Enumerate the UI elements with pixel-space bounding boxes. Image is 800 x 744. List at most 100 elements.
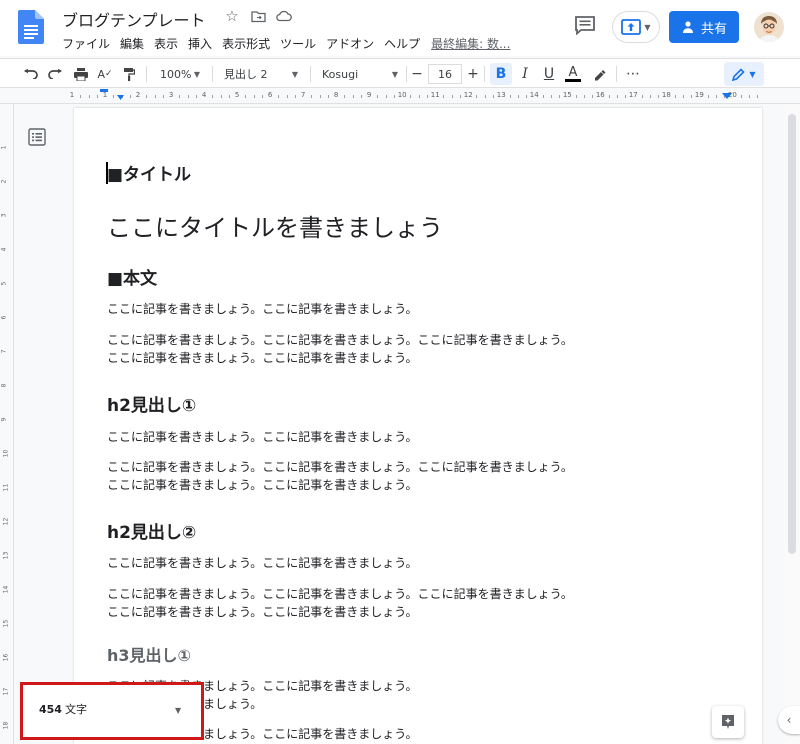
- paragraph-style-select[interactable]: 見出し 2 ▼: [218, 59, 304, 89]
- toolbar-divider: [616, 66, 617, 82]
- document-main-title[interactable]: ここにタイトルを書きましょう: [107, 208, 443, 243]
- ruler-tick: [691, 95, 693, 98]
- paragraph[interactable]: ここに記事を書きましょう。ここに記事を書きましょう。: [107, 349, 707, 367]
- paragraph[interactable]: ここに記事を書きましょう。ここに記事を書きましょう。ここに記事を書きましょう。: [107, 585, 707, 603]
- present-button[interactable]: ▼: [612, 11, 660, 43]
- right-indent-marker-icon[interactable]: [722, 91, 732, 101]
- vertical-ruler-number: 5: [0, 281, 8, 286]
- ruler-number: 11: [430, 91, 440, 99]
- vertical-ruler-number: 3: [0, 213, 8, 218]
- paragraph[interactable]: ここに記事を書きましょう。ここに記事を書きましょう。: [107, 554, 707, 572]
- bold-button[interactable]: B: [490, 63, 512, 85]
- menu-insert[interactable]: 挿入: [183, 35, 217, 52]
- ruler-tick: [443, 95, 445, 98]
- document-page[interactable]: ■タイトル ここにタイトルを書きましょう ■本文 ここに記事を書きましょう。ここ…: [74, 108, 762, 744]
- scrollbar-thumb[interactable]: [788, 114, 796, 554]
- italic-button[interactable]: I: [514, 59, 536, 89]
- word-count-display: 454 文字: [39, 701, 87, 717]
- increase-font-size-button[interactable]: +: [464, 59, 482, 89]
- star-icon[interactable]: ☆: [224, 7, 240, 25]
- ruler-tick: [509, 95, 511, 98]
- ruler-number: 6: [267, 91, 273, 99]
- menu-view[interactable]: 表示: [149, 35, 183, 52]
- editing-mode-button[interactable]: ▼: [724, 62, 764, 86]
- left-indent-marker-icon[interactable]: [100, 89, 124, 103]
- heading-h2[interactable]: h2見出し①: [107, 391, 196, 416]
- paint-format-icon[interactable]: [118, 59, 140, 89]
- ruler-tick: [757, 95, 759, 98]
- ruler-number: 9: [366, 91, 372, 99]
- vertical-scrollbar[interactable]: [784, 104, 800, 744]
- chevron-down-icon[interactable]: ▼: [175, 706, 181, 715]
- word-count-panel[interactable]: 454 文字 ▼: [20, 682, 204, 740]
- paragraph[interactable]: ここに記事を書きましょう。ここに記事を書きましょう。: [107, 603, 707, 621]
- heading-h2[interactable]: h2見出し②: [107, 518, 196, 543]
- docs-logo-icon[interactable]: [18, 10, 44, 44]
- heading-title-label[interactable]: ■タイトル: [107, 160, 191, 185]
- heading-body-label[interactable]: ■本文: [107, 264, 157, 289]
- menu-edit[interactable]: 編集: [115, 35, 149, 52]
- more-tools-icon[interactable]: ⋯: [622, 59, 644, 89]
- ruler-number: 7: [300, 91, 306, 99]
- highlight-color-icon[interactable]: [588, 59, 610, 89]
- undo-icon[interactable]: [20, 59, 42, 89]
- zoom-select[interactable]: 100% ▼: [154, 59, 206, 89]
- ruler-tick: [476, 95, 478, 98]
- menu-file[interactable]: ファイル: [62, 35, 115, 52]
- comment-history-icon[interactable]: [574, 15, 596, 35]
- ruler-tick: [575, 95, 577, 98]
- paragraph[interactable]: ここに記事を書きましょう。ここに記事を書きましょう。ここに記事を書きましょう。: [107, 458, 707, 476]
- text-color-button[interactable]: A: [562, 59, 584, 89]
- spellcheck-icon[interactable]: A ✓: [94, 59, 116, 89]
- explore-button[interactable]: [712, 706, 744, 738]
- menu-format[interactable]: 表示形式: [217, 35, 275, 52]
- avatar[interactable]: [754, 12, 784, 42]
- menu-tools[interactable]: ツール: [275, 35, 321, 52]
- ruler-number: 13: [496, 91, 506, 99]
- redo-icon[interactable]: [44, 59, 66, 89]
- side-panel-toggle[interactable]: ‹: [778, 706, 800, 734]
- ruler-tick: [641, 95, 643, 98]
- ruler-number: 15: [562, 91, 572, 99]
- last-edit-link[interactable]: 最終編集: 数...: [431, 35, 510, 52]
- ruler-tick: [550, 95, 552, 98]
- ruler-number: 17: [628, 91, 638, 99]
- menu-help[interactable]: ヘルプ: [379, 35, 425, 52]
- toolbar-divider: [406, 66, 407, 82]
- font-size-input[interactable]: 16: [428, 64, 462, 84]
- menu-addons[interactable]: アドオン: [321, 35, 379, 52]
- ruler-tick: [649, 95, 651, 98]
- decrease-font-size-button[interactable]: −: [408, 59, 426, 89]
- ruler-number: 2: [135, 91, 141, 99]
- move-folder-icon[interactable]: [250, 8, 266, 24]
- document-outline-icon[interactable]: [28, 128, 46, 146]
- paragraph[interactable]: ここに記事を書きましょう。ここに記事を書きましょう。: [107, 428, 707, 446]
- document-title[interactable]: ブログテンプレート: [62, 7, 206, 31]
- underline-button[interactable]: U: [538, 59, 560, 89]
- text-color-swatch: [565, 79, 581, 82]
- ruler-tick: [608, 95, 610, 98]
- ruler-tick: [352, 95, 354, 98]
- ruler-tick: [517, 95, 519, 98]
- share-button[interactable]: 共有: [669, 11, 739, 43]
- heading-h3[interactable]: h3見出し①: [107, 642, 191, 666]
- ruler-tick: [459, 95, 461, 98]
- print-icon[interactable]: [70, 59, 92, 89]
- ruler-tick: [228, 95, 230, 98]
- vertical-ruler[interactable]: 1 2 3 4 5 6 7 8 9 10 11 12 13 14 15 16 17 18: [0, 104, 14, 744]
- paragraph[interactable]: ここに記事を書きましょう。ここに記事を書きましょう。: [107, 476, 707, 494]
- ruler-number: 3: [168, 91, 174, 99]
- paragraph[interactable]: ここに記事を書きましょう。ここに記事を書きましょう。ここに記事を書きましょう。: [107, 331, 707, 349]
- vertical-ruler-number: 15: [2, 619, 10, 628]
- font-family-select[interactable]: Kosugi ▼: [316, 59, 404, 89]
- ruler-tick: [187, 95, 189, 98]
- horizontal-ruler[interactable]: 1 1 2 3 4 5 6 7 8 9 10 11 12 13 14 15 16 17 18 19 20: [0, 88, 800, 104]
- cloud-status-icon[interactable]: [276, 8, 292, 24]
- menu-bar: ファイル 編集 表示 挿入 表示形式 ツール アドオン ヘルプ 最終編集: 数.…: [62, 35, 510, 52]
- ruler-tick: [715, 95, 717, 98]
- vertical-ruler-number: 12: [2, 517, 10, 526]
- paragraph[interactable]: ここに記事を書きましょう。ここに記事を書きましょう。: [107, 300, 707, 318]
- vertical-ruler-number: 8: [0, 383, 8, 388]
- ruler-tick: [592, 95, 594, 98]
- ruler-tick: [526, 95, 527, 98]
